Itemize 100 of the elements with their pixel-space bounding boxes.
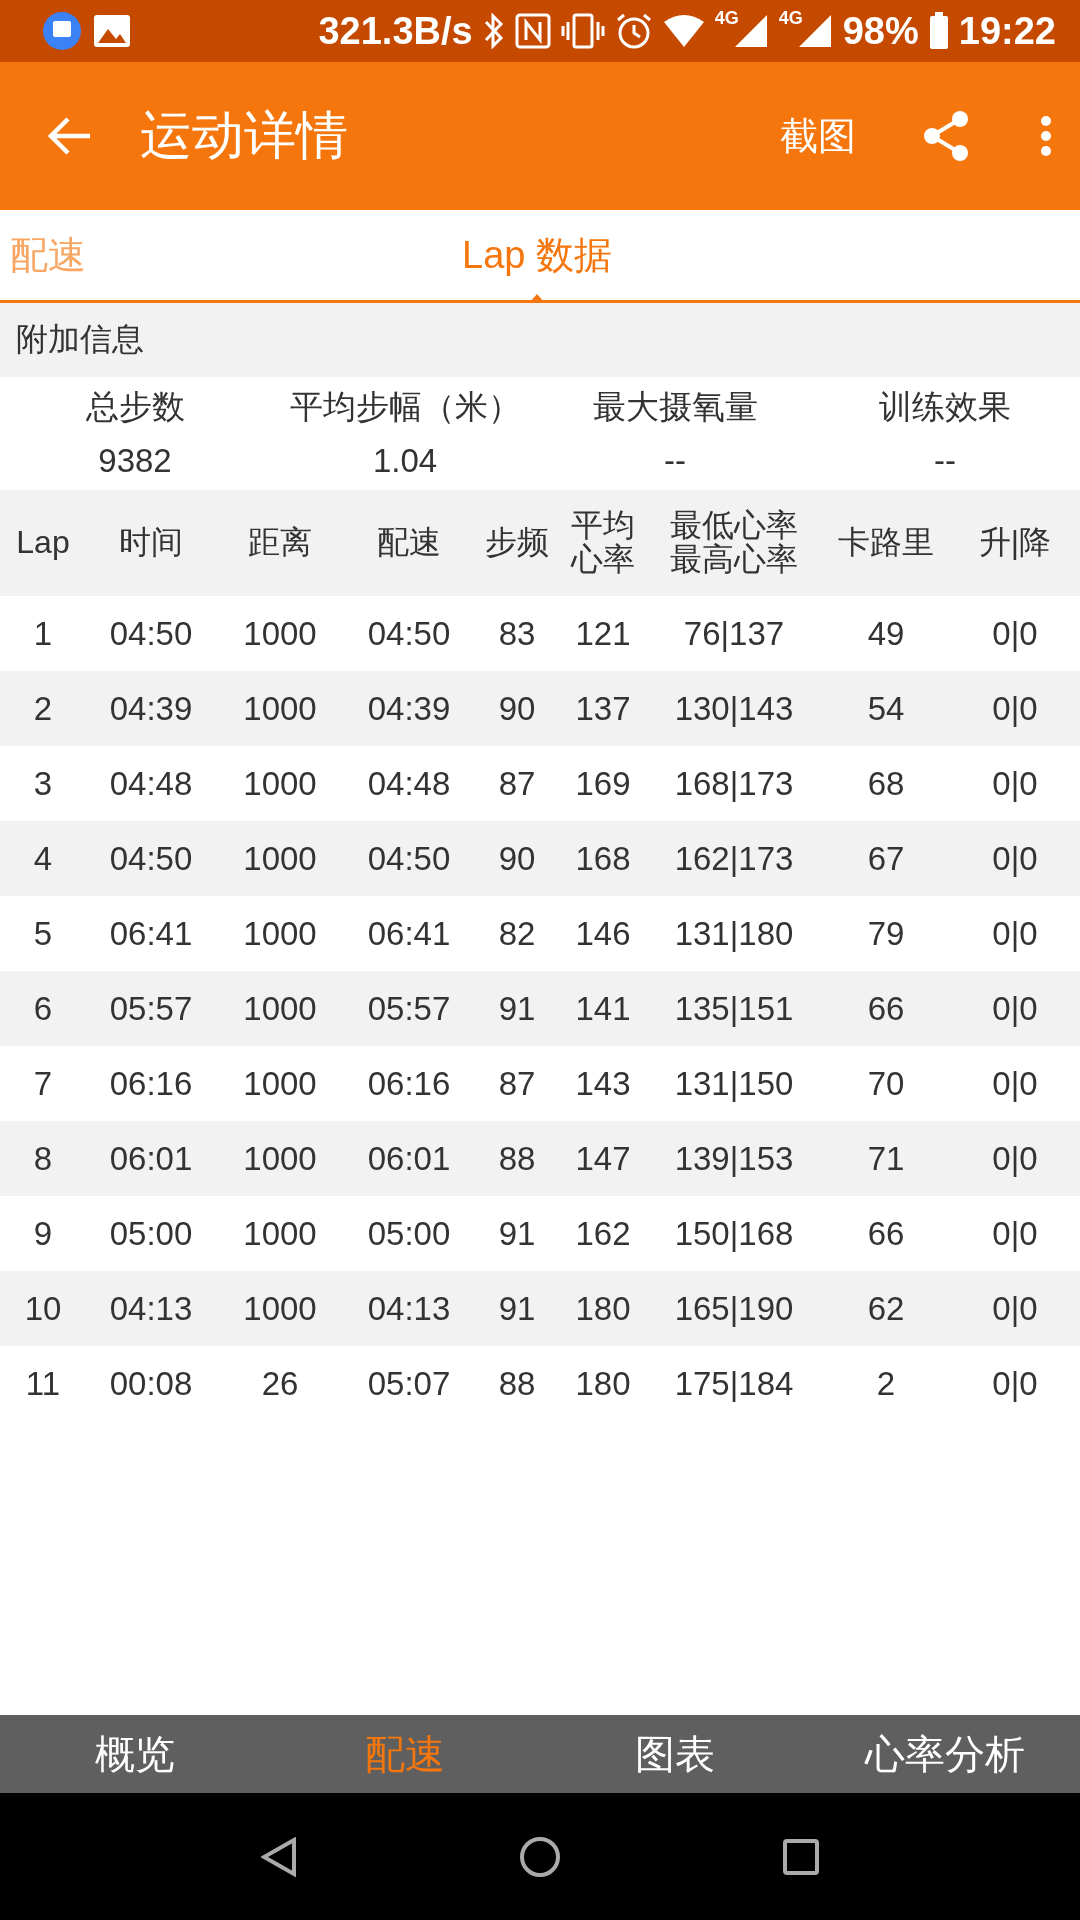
summary-value: -- (934, 442, 956, 480)
tab[interactable]: 配速 (10, 229, 86, 281)
bluetooth-icon (482, 12, 505, 50)
table-cell: 0|0 (992, 914, 1038, 953)
column-header: 升|降 (978, 526, 1052, 560)
bottom-nav-item[interactable]: 图表 (635, 1726, 715, 1782)
table-cell: 0|0 (992, 1289, 1038, 1328)
more-options-icon[interactable] (1040, 115, 1052, 157)
table-cell: 4 (33, 839, 53, 878)
screenshot-button[interactable]: 截图 (780, 110, 856, 162)
table-cell: 0|0 (992, 689, 1038, 728)
table-cell: 90 (498, 689, 536, 728)
network-type: 4G (714, 8, 739, 29)
table-cell: 141 (575, 989, 631, 1028)
notification-app-icon (42, 11, 82, 51)
table-cell: 130|143 (674, 689, 794, 728)
table-cell: 04:13 (109, 1289, 193, 1328)
table-cell: 146 (575, 914, 631, 953)
alarm-icon (614, 12, 653, 50)
table-cell: 04:50 (109, 614, 193, 653)
table-cell: 0|0 (992, 1139, 1038, 1178)
table-cell: 139|153 (674, 1139, 794, 1178)
table-cell: 0|0 (992, 614, 1038, 653)
table-cell: 06:01 (367, 1139, 451, 1178)
table-cell: 1000 (243, 989, 317, 1028)
summary-value: 9382 (98, 442, 172, 480)
table-cell: 1000 (243, 1139, 317, 1178)
table-cell: 8 (33, 1139, 53, 1178)
table-cell: 1000 (243, 1064, 317, 1103)
table-cell: 82 (498, 914, 536, 953)
table-cell: 05:07 (367, 1364, 451, 1403)
back-arrow-icon[interactable] (48, 116, 92, 156)
table-cell: 91 (498, 1214, 536, 1253)
column-header: 时间 (119, 526, 183, 560)
table-cell: 10 (24, 1289, 62, 1328)
table-cell: 131|150 (674, 1064, 794, 1103)
network-speed: 321.3B/s (318, 9, 473, 53)
summary-label: 总步数 (85, 387, 185, 427)
table-cell: 87 (498, 764, 536, 803)
table-cell: 180 (575, 1364, 631, 1403)
column-header: Lap (16, 526, 70, 560)
table-cell: 62 (867, 1289, 905, 1328)
table-cell: 66 (867, 1214, 905, 1253)
table-cell: 121 (575, 614, 631, 653)
table-cell: 70 (867, 1064, 905, 1103)
back-icon[interactable] (261, 1836, 297, 1877)
table-cell: 05:00 (109, 1214, 193, 1253)
table-cell: 54 (867, 689, 905, 728)
table-cell: 1000 (243, 689, 317, 728)
column-header: 卡路里 (838, 526, 934, 560)
table-cell: 66 (867, 989, 905, 1028)
table-cell: 83 (498, 614, 536, 653)
table-cell: 135|151 (674, 989, 794, 1028)
summary-label: 最大摄氧量 (592, 387, 758, 427)
table-cell: 162|173 (674, 839, 794, 878)
table-cell: 71 (867, 1139, 905, 1178)
table-cell: 67 (867, 839, 905, 878)
table-cell: 06:16 (109, 1064, 193, 1103)
table-cell: 00:08 (109, 1364, 193, 1403)
table-cell: 26 (261, 1364, 299, 1403)
table-cell: 1000 (243, 1289, 317, 1328)
table-cell: 175|184 (674, 1364, 794, 1403)
home-icon[interactable] (519, 1835, 561, 1878)
table-cell: 1 (33, 614, 53, 653)
table-cell: 04:50 (109, 839, 193, 878)
table-cell: 04:39 (109, 689, 193, 728)
table-cell: 0|0 (992, 989, 1038, 1028)
battery-percent: 98% (842, 9, 919, 53)
table-cell: 05:57 (109, 989, 193, 1028)
table-cell: 1000 (243, 614, 317, 653)
table-cell: 91 (498, 1289, 536, 1328)
table-cell: 0|0 (992, 1214, 1038, 1253)
table-cell: 04:50 (367, 839, 451, 878)
table-cell: 1000 (243, 914, 317, 953)
table-cell: 06:41 (109, 914, 193, 953)
vibrate-icon (560, 13, 605, 49)
battery-icon (928, 12, 949, 50)
share-icon[interactable] (922, 110, 970, 162)
table-cell: 68 (867, 764, 905, 803)
table-cell: 2 (876, 1364, 896, 1403)
table-cell: 06:16 (367, 1064, 451, 1103)
table-cell: 5 (33, 914, 53, 953)
table-cell: 04:39 (367, 689, 451, 728)
table-cell: 49 (867, 614, 905, 653)
summary-value: -- (664, 442, 686, 480)
table-cell: 0|0 (992, 1364, 1038, 1403)
bottom-nav-item[interactable]: 配速 (365, 1726, 445, 1782)
table-cell: 150|168 (674, 1214, 794, 1253)
table-cell: 1000 (243, 1214, 317, 1253)
column-header: 配速 (377, 526, 441, 560)
table-cell: 05:57 (367, 989, 451, 1028)
bottom-nav-item[interactable]: 心率分析 (865, 1726, 1025, 1782)
table-cell: 0|0 (992, 1064, 1038, 1103)
bottom-nav-item[interactable]: 概览 (95, 1726, 175, 1782)
table-cell: 88 (498, 1139, 536, 1178)
table-cell: 9 (33, 1214, 53, 1253)
table-cell: 7 (33, 1064, 53, 1103)
column-header: 距离 (248, 526, 312, 560)
section-header: 附加信息 (0, 303, 1080, 377)
recents-icon[interactable] (783, 1838, 819, 1875)
